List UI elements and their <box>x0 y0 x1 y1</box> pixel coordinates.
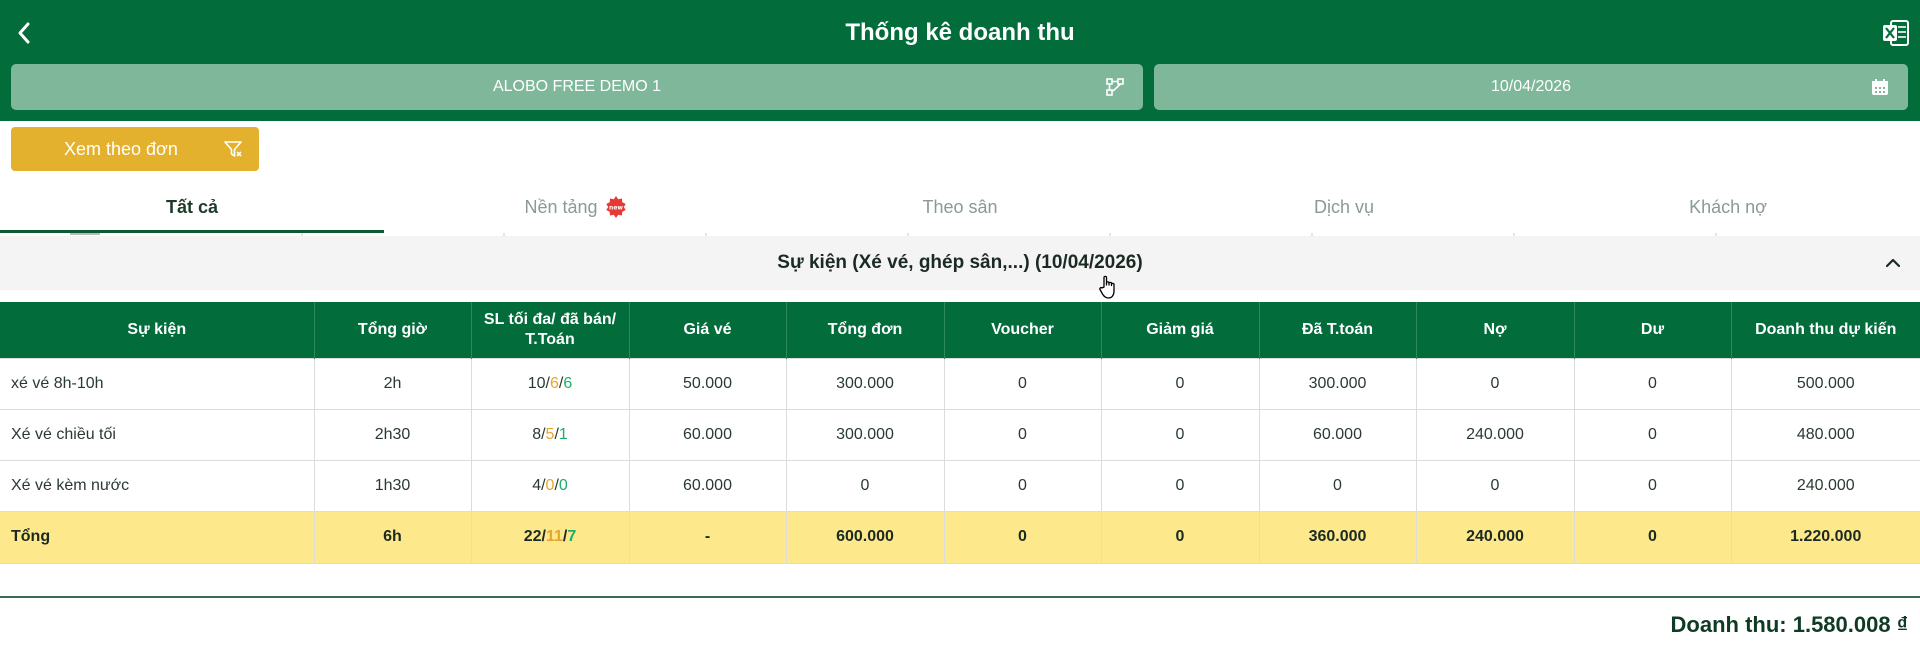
quantity-cell: 8/5/1 <box>470 408 630 461</box>
expected-revenue: 500.000 <box>1730 357 1920 410</box>
total-surplus: 0 <box>1573 510 1732 564</box>
calendar-icon <box>1872 79 1888 95</box>
event-name: xé vé 8h-10h <box>0 357 315 410</box>
view-by-order-button[interactable]: Xem theo đơn <box>11 127 259 171</box>
branch-icon <box>1106 78 1124 96</box>
page-title: Thống kê doanh thu <box>845 19 1075 46</box>
table-row[interactable]: xé vé 8h-10h 2h 10/6/6 50.000 300.000 0 … <box>0 357 1920 410</box>
debt-value: 0 <box>1415 357 1575 410</box>
total-voucher: 0 <box>943 510 1102 564</box>
footer-divider <box>0 596 1920 598</box>
col-header-price: Giá vé <box>628 302 786 358</box>
date-selector[interactable]: 10/04/2026 <box>1154 64 1908 110</box>
surplus-value: 0 <box>1573 459 1732 512</box>
total-orders: 600.000 <box>785 510 945 564</box>
col-header-hours: Tổng giờ <box>313 302 471 358</box>
voucher-value: 0 <box>943 408 1102 461</box>
discount-value: 0 <box>1100 459 1260 512</box>
svg-text:new: new <box>609 205 623 212</box>
col-header-event: Sự kiện <box>0 302 314 358</box>
quantity-cell: 4/0/0 <box>470 459 630 512</box>
events-table: Sự kiện Tổng giờ SL tối đa/ đã bán/ T.To… <box>0 302 1920 564</box>
ticket-price: 60.000 <box>628 459 787 512</box>
voucher-value: 0 <box>943 459 1102 512</box>
surplus-value: 0 <box>1573 408 1732 461</box>
paid-value: 0 <box>1258 459 1417 512</box>
debt-value: 0 <box>1415 459 1575 512</box>
ticket-price: 50.000 <box>628 357 787 410</box>
table-header-row: Sự kiện Tổng giờ SL tối đa/ đã bán/ T.To… <box>0 302 1920 358</box>
col-header-voucher: Voucher <box>943 302 1101 358</box>
export-excel-button[interactable] <box>1882 18 1910 48</box>
branch-selector[interactable]: ALOBO FREE DEMO 1 <box>11 64 1143 110</box>
total-price: - <box>628 510 787 564</box>
section-title: Sự kiện (Xé vé, ghép sân,...) (10/04/202… <box>777 252 1143 273</box>
order-total: 300.000 <box>785 408 945 461</box>
total-paid: 360.000 <box>1258 510 1417 564</box>
total-hours: 1h30 <box>313 459 472 512</box>
total-row: Tổng 6h 22/11/7 - 600.000 0 0 360.000 24… <box>0 510 1920 564</box>
excel-icon <box>1883 20 1909 46</box>
col-header-expected: Doanh thu dự kiến <box>1730 302 1920 358</box>
total-hours: 2h <box>313 357 472 410</box>
paid-value: 60.000 <box>1258 408 1417 461</box>
table-row[interactable]: Xé vé kèm nước 1h30 4/0/0 60.000 0 0 0 0… <box>0 459 1920 512</box>
total-revenue: Doanh thu: 1.580.008 ₫ <box>1670 612 1908 637</box>
top-bar: Thống kê doanh thu ALOBO FREE DEMO 1 10/… <box>0 0 1920 121</box>
new-badge-icon: new <box>605 196 626 218</box>
total-discount: 0 <box>1100 510 1260 564</box>
total-debt: 240.000 <box>1415 510 1575 564</box>
total-label: Tổng <box>0 510 315 564</box>
ticket-price: 60.000 <box>628 408 787 461</box>
paid-value: 300.000 <box>1258 357 1417 410</box>
events-section-header[interactable]: Sự kiện (Xé vé, ghép sân,...) (10/04/202… <box>0 236 1920 290</box>
chevron-up-icon[interactable] <box>1884 254 1902 272</box>
total-expected: 1.220.000 <box>1730 510 1920 564</box>
date-value: 10/04/2026 <box>1490 78 1572 95</box>
table-row[interactable]: Xé vé chiều tối 2h30 8/5/1 60.000 300.00… <box>0 408 1920 461</box>
total-hours: 2h30 <box>313 408 472 461</box>
tab-platform[interactable]: Nền tảng new <box>384 181 768 233</box>
event-name: Xé vé chiều tối <box>0 408 315 461</box>
total-quantity: 22/11/7 <box>470 510 630 564</box>
surplus-value: 0 <box>1573 357 1732 410</box>
col-header-discount: Giảm giá <box>1100 302 1259 358</box>
order-total: 0 <box>785 459 945 512</box>
quantity-cell: 10/6/6 <box>470 357 630 410</box>
debt-value: 240.000 <box>1415 408 1575 461</box>
tab-bar: Tất cả Nền tảng new Theo sân Dịch vụ Khá… <box>0 181 1920 233</box>
order-total: 300.000 <box>785 357 945 410</box>
col-header-total: Tổng đơn <box>785 302 944 358</box>
discount-value: 0 <box>1100 357 1260 410</box>
col-header-debt: Nợ <box>1415 302 1574 358</box>
expected-revenue: 240.000 <box>1730 459 1920 512</box>
discount-value: 0 <box>1100 408 1260 461</box>
col-header-quantity: SL tối đa/ đã bán/ T.Toán <box>470 302 629 358</box>
voucher-value: 0 <box>943 357 1102 410</box>
branch-name: ALOBO FREE DEMO 1 <box>492 78 662 95</box>
tab-all[interactable]: Tất cả <box>0 181 384 233</box>
col-header-surplus: Dư <box>1573 302 1731 358</box>
view-by-order-label: Xem theo đơn <box>64 138 178 159</box>
total-hours: 6h <box>313 510 472 564</box>
funnel-icon <box>224 141 242 157</box>
col-header-paid: Đã T.toán <box>1258 302 1416 358</box>
expected-revenue: 480.000 <box>1730 408 1920 461</box>
event-name: Xé vé kèm nước <box>0 459 315 512</box>
tab-services[interactable]: Dịch vụ <box>1152 181 1536 233</box>
tab-by-court[interactable]: Theo sân <box>768 181 1152 233</box>
tab-debtors[interactable]: Khách nợ <box>1536 181 1920 233</box>
